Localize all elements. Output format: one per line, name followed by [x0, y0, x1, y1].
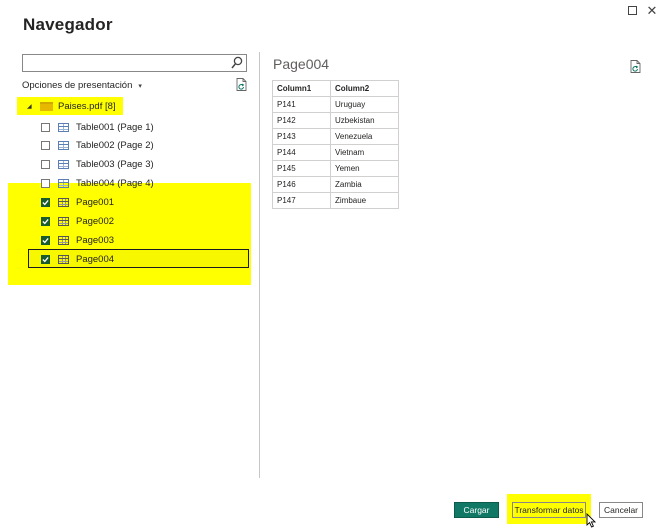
table-header-row: Column1 Column2	[272, 80, 399, 97]
table-row: P145 Yemen	[272, 160, 399, 177]
page-table-icon	[58, 254, 69, 264]
table-cell: P142	[272, 112, 331, 129]
preview-title: Page004	[273, 56, 330, 72]
table-cell: Vietnam	[330, 144, 399, 161]
tree-item-page002[interactable]: Page002	[41, 212, 114, 230]
table-icon	[58, 178, 69, 188]
column-header: Column2	[330, 80, 399, 97]
collapse-arrow-icon[interactable]: ◢	[27, 103, 35, 110]
table-row: P146 Zambia	[272, 176, 399, 193]
tree-item-label: Page003	[76, 234, 115, 246]
tree-item-table001[interactable]: Table001 (Page 1)	[41, 118, 154, 136]
tree-root-label: Paises.pdf [8]	[58, 100, 116, 112]
tree-item-label: Table001 (Page 1)	[76, 121, 154, 133]
tree-root-paises[interactable]: ◢ Paises.pdf [8]	[27, 97, 116, 115]
cancel-button[interactable]: Cancelar	[599, 502, 643, 518]
table-cell: Zimbaue	[330, 192, 399, 209]
table-cell: Uruguay	[330, 96, 399, 113]
display-options-label: Opciones de presentación	[22, 80, 133, 91]
table-icon	[58, 122, 69, 132]
table-cell: P141	[272, 96, 331, 113]
page-table-icon	[58, 216, 69, 226]
refresh-icon[interactable]	[236, 78, 247, 91]
table-cell: P147	[272, 192, 331, 209]
folder-icon	[40, 101, 53, 111]
display-options-dropdown[interactable]: Opciones de presentación ▾	[22, 80, 142, 91]
tree-item-label: Page001	[76, 196, 115, 208]
tree-item-label: Table003 (Page 3)	[76, 158, 154, 170]
maximize-icon[interactable]	[625, 4, 639, 18]
tree-item-label: Table004 (Page 4)	[76, 177, 154, 189]
checkbox[interactable]	[41, 122, 50, 132]
page-table-icon	[58, 197, 69, 207]
load-button[interactable]: Cargar	[454, 502, 499, 518]
table-row: P141 Uruguay	[272, 96, 399, 113]
search-icon[interactable]	[231, 56, 243, 70]
checkbox[interactable]	[41, 178, 50, 188]
checkbox[interactable]	[41, 140, 50, 150]
mouse-cursor-icon	[586, 513, 597, 528]
checkbox-checked[interactable]	[41, 216, 50, 226]
transform-data-button[interactable]: Transformar datos	[512, 502, 586, 518]
table-cell: Venezuela	[330, 128, 399, 145]
table-cell: P146	[272, 176, 331, 193]
tree-item-label: Page004	[76, 253, 115, 265]
search-input[interactable]	[22, 54, 247, 72]
table-cell: P145	[272, 160, 331, 177]
tree-item-table004[interactable]: Table004 (Page 4)	[41, 174, 154, 192]
table-row: P144 Vietnam	[272, 144, 399, 161]
table-cell: Zambia	[330, 176, 399, 193]
preview-table: Column1 Column2 P141 Uruguay P142 Uzbekist…	[272, 80, 399, 209]
table-row: P147 Zimbaue	[272, 192, 399, 209]
page-table-icon	[58, 235, 69, 245]
table-cell: P143	[272, 128, 331, 145]
tree-item-page004[interactable]: Page004	[41, 250, 114, 268]
tree-item-table003[interactable]: Table003 (Page 3)	[41, 155, 154, 173]
pane-divider[interactable]	[259, 52, 260, 478]
checkbox-checked[interactable]	[41, 235, 50, 245]
tree-item-page001[interactable]: Page001	[41, 193, 114, 211]
column-header: Column1	[272, 80, 331, 97]
table-cell: Yemen	[330, 160, 399, 177]
checkbox[interactable]	[41, 159, 50, 169]
checkbox-checked[interactable]	[41, 254, 50, 264]
table-cell: Uzbekistan	[330, 112, 399, 129]
tree-item-label: Table002 (Page 2)	[76, 139, 154, 151]
chevron-down-icon: ▾	[138, 83, 142, 90]
tree-item-table002[interactable]: Table002 (Page 2)	[41, 136, 154, 154]
tree-item-page003[interactable]: Page003	[41, 231, 114, 249]
table-cell: P144	[272, 144, 331, 161]
refresh-preview-icon[interactable]	[630, 60, 641, 73]
checkbox-checked[interactable]	[41, 197, 50, 207]
table-icon	[58, 159, 69, 169]
dialog-title: Navegador	[23, 15, 113, 34]
table-row: P142 Uzbekistan	[272, 112, 399, 129]
close-icon[interactable]: ✕	[645, 4, 659, 18]
table-icon	[58, 140, 69, 150]
table-row: P143 Venezuela	[272, 128, 399, 145]
tree-item-label: Page002	[76, 215, 115, 227]
